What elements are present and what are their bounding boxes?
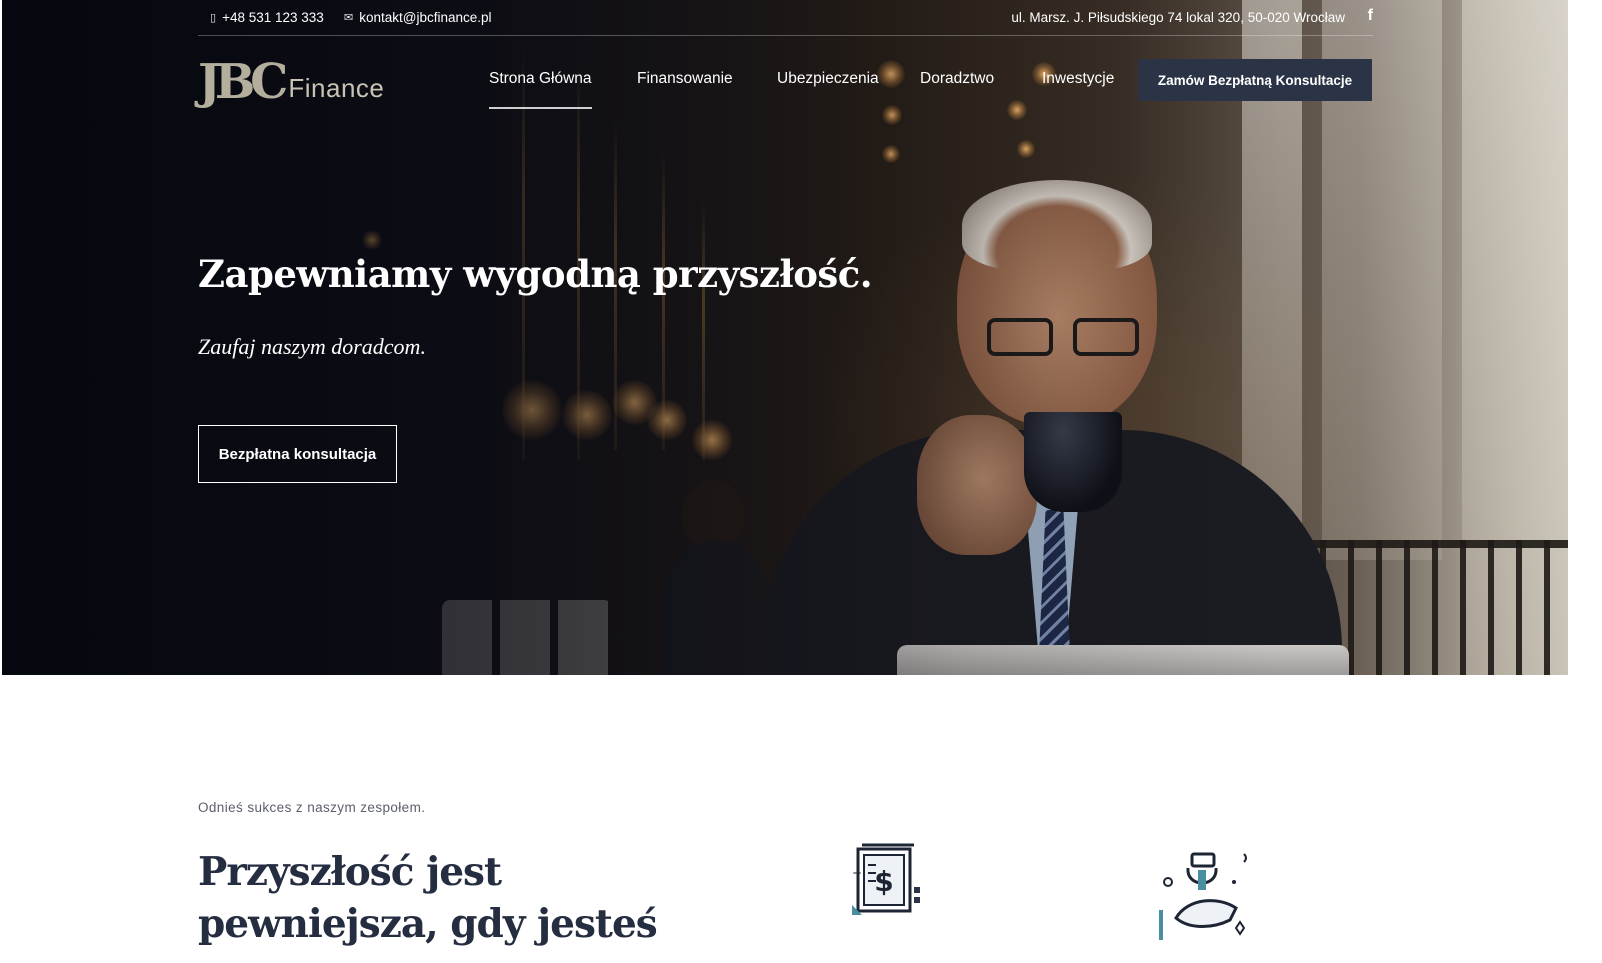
hero-title: Zapewniamy wygodną przyszłość.: [198, 252, 873, 296]
section-eyebrow: Odnieś sukces z naszym zespołem.: [198, 800, 426, 815]
order-consultation-button[interactable]: Zamów Bezpłatną Konsultacje: [1138, 59, 1372, 101]
svg-text:$: $: [874, 865, 893, 898]
nav-advisory[interactable]: Doradztwo: [920, 70, 994, 88]
email-link[interactable]: ✉ kontakt@jbcfinance.pl: [344, 10, 492, 25]
facebook-icon[interactable]: f: [1368, 7, 1373, 25]
phone-link[interactable]: ▯ +48 531 123 333: [210, 10, 324, 25]
svg-text:+: +: [852, 866, 862, 880]
top-contact-bar: ▯ +48 531 123 333 ✉ kontakt@jbcfinance.p…: [198, 0, 1373, 36]
section-title: Przyszłość jest pewniejsza, gdy jesteś: [198, 849, 658, 947]
nav-investments[interactable]: Inwestycje: [1042, 70, 1114, 88]
mail-icon: ✉: [344, 12, 354, 24]
free-consultation-button[interactable]: Bezpłatna konsultacja: [198, 425, 397, 483]
nav-home[interactable]: Strona Główna: [465, 70, 616, 109]
finance-document-icon: $ +: [852, 843, 920, 915]
hero-subtitle: Zaufaj naszym doradcom.: [198, 334, 426, 359]
nav-insurance[interactable]: Ubezpieczenia: [777, 70, 879, 88]
phone-icon: ▯: [210, 12, 217, 24]
address-text: ul. Marsz. J. Piłsudskiego 74 lokal 320,…: [1011, 10, 1345, 25]
nav-financing[interactable]: Finansowanie: [637, 70, 733, 88]
money-hand-icon: [1159, 852, 1247, 940]
logo[interactable]: JBC Finance: [198, 52, 384, 108]
